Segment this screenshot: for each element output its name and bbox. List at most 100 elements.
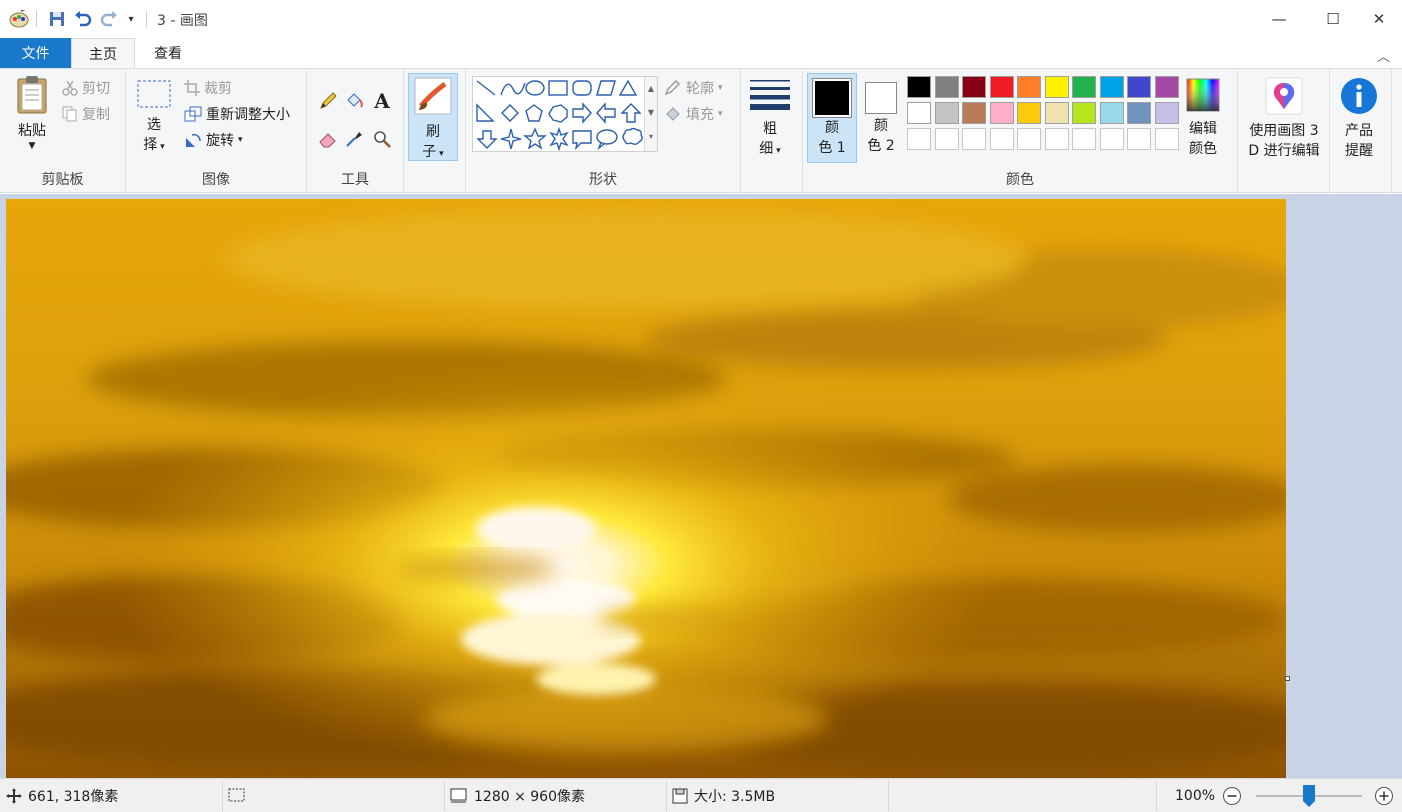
fill-bucket-icon[interactable]: [341, 89, 367, 113]
custom-color-slot[interactable]: [934, 128, 959, 150]
copy-button[interactable]: 复制: [62, 103, 110, 125]
divider: [222, 781, 223, 811]
palette-swatch[interactable]: [1044, 76, 1069, 98]
palette-swatch[interactable]: [1072, 76, 1096, 98]
close-button[interactable]: ✕: [1356, 0, 1402, 38]
paint-app-icon[interactable]: [8, 9, 30, 29]
palette-swatch[interactable]: [1017, 102, 1041, 124]
palette-swatch[interactable]: [1099, 102, 1124, 124]
palette-swatch[interactable]: [934, 102, 959, 124]
paste-button[interactable]: 粘贴 ▼: [8, 75, 56, 151]
palette-swatch[interactable]: [989, 76, 1014, 98]
brushes-label-line2: 子 ▾: [422, 144, 444, 160]
palette-swatch[interactable]: [962, 102, 986, 124]
palette-swatch[interactable]: [1044, 102, 1069, 124]
size-button[interactable]: 粗 细 ▾: [747, 79, 793, 161]
brushes-label-line1: 刷: [426, 124, 440, 140]
undo-icon[interactable]: [72, 9, 94, 29]
tab-file[interactable]: 文件: [0, 38, 71, 68]
custom-color-slot[interactable]: [962, 128, 986, 150]
custom-color-slot[interactable]: [1044, 128, 1069, 150]
rotate-button[interactable]: 旋转 ▾: [184, 129, 243, 151]
palette-swatch[interactable]: [1154, 102, 1179, 124]
color1-button[interactable]: 颜 色 1: [807, 73, 857, 163]
minus-circle-icon: [1222, 786, 1242, 806]
palette-swatch[interactable]: [1099, 76, 1124, 98]
custom-color-slot[interactable]: [907, 128, 931, 150]
zoom-level: 100%: [1175, 788, 1216, 804]
selection-size-icon: [228, 788, 246, 804]
custom-color-slot[interactable]: [1099, 128, 1124, 150]
palette-swatch[interactable]: [1127, 102, 1151, 124]
tab-home[interactable]: 主页: [71, 38, 135, 68]
crop-label: 裁剪: [204, 81, 232, 97]
paint3d-group: 使用画图 3 D 进行编辑: [1238, 69, 1330, 193]
drawing-canvas[interactable]: [6, 199, 1286, 778]
work-area[interactable]: [0, 194, 1402, 778]
size-group: 粗 细 ▾: [741, 69, 803, 193]
palette-swatch[interactable]: [1072, 102, 1096, 124]
brushes-button[interactable]: 刷 子 ▾: [408, 73, 458, 161]
tab-view[interactable]: 查看: [140, 38, 196, 68]
shapes-gallery-scrollbar[interactable]: ▲ ▼ ▾: [644, 77, 657, 151]
colors-group-label: 颜色: [1006, 172, 1034, 188]
minimize-button[interactable]: —: [1256, 0, 1302, 38]
palette-swatch[interactable]: [934, 76, 959, 98]
scissors-icon: [62, 80, 78, 96]
resize-label: 重新调整大小: [206, 107, 290, 123]
dropdown-arrow-icon: ▾: [238, 135, 243, 145]
eraser-icon[interactable]: [315, 127, 341, 151]
palette-swatch[interactable]: [1017, 76, 1041, 98]
color-spectrum-icon: [1185, 77, 1221, 113]
palette-swatch[interactable]: [1127, 76, 1151, 98]
product-alert-label-line2: 提醒: [1345, 143, 1373, 159]
crop-button[interactable]: 裁剪: [184, 77, 232, 99]
size-label-line2: 细 ▾: [759, 141, 781, 157]
divider: [666, 781, 667, 811]
colors-group: 颜 色 1 颜 色 2 编辑 颜色 颜色: [803, 69, 1238, 193]
palette-swatch[interactable]: [962, 76, 986, 98]
fill-button[interactable]: 填充 ▾: [664, 103, 723, 125]
product-alert-button[interactable]: 产品 提醒: [1336, 77, 1382, 161]
cut-button[interactable]: 剪切: [62, 77, 110, 99]
collapse-ribbon-icon[interactable]: ︿: [1377, 46, 1390, 65]
info-icon: [1340, 77, 1378, 115]
pencil-icon[interactable]: [315, 89, 341, 113]
edit-with-paint3d-button[interactable]: 使用画图 3 D 进行编辑: [1240, 77, 1328, 161]
custom-color-slot[interactable]: [1127, 128, 1151, 150]
edit-colors-label-line1: 编辑: [1189, 121, 1217, 137]
edit-colors-button[interactable]: 编辑 颜色: [1181, 77, 1225, 159]
zoom-out-button[interactable]: [1222, 779, 1242, 812]
palette-swatch[interactable]: [907, 76, 931, 98]
palette-swatch[interactable]: [1154, 76, 1179, 98]
select-button[interactable]: 选 择 ▾: [134, 79, 174, 157]
custom-color-slot[interactable]: [1154, 128, 1179, 150]
zoom-slider-thumb[interactable]: [1303, 785, 1315, 807]
custom-color-slot[interactable]: [1072, 128, 1096, 150]
color2-button[interactable]: 颜 色 2: [859, 77, 903, 156]
paint3d-icon: [1265, 77, 1303, 115]
image-group-label: 图像: [202, 172, 230, 188]
maximize-button[interactable]: ☐: [1310, 0, 1356, 38]
magnifier-icon[interactable]: [369, 127, 395, 151]
image-dimensions: 1280 × 960像素: [450, 779, 585, 812]
color-picker-icon[interactable]: [341, 127, 367, 151]
text-tool-icon[interactable]: A: [369, 89, 395, 113]
custom-color-slot[interactable]: [989, 128, 1014, 150]
customize-quick-access-icon[interactable]: ▾: [124, 9, 138, 29]
resize-handle-right[interactable]: [1285, 676, 1290, 681]
palette-swatch[interactable]: [907, 102, 931, 124]
product-alert-label-line1: 产品: [1345, 123, 1373, 139]
save-icon[interactable]: [46, 9, 68, 29]
zoom-in-button[interactable]: [1374, 779, 1394, 812]
dropdown-arrow-icon: ▼: [28, 141, 36, 151]
rotate-label: 旋转: [206, 133, 234, 149]
clipboard-group: 粘贴 ▼ 剪切 复制 剪贴板: [0, 69, 126, 193]
resize-button[interactable]: 重新调整大小: [184, 103, 290, 125]
outline-button[interactable]: 轮廓 ▾: [664, 77, 723, 99]
palette-swatch[interactable]: [989, 102, 1014, 124]
custom-color-slot[interactable]: [1017, 128, 1041, 150]
fill-bucket-icon: [664, 106, 682, 122]
redo-icon[interactable]: [98, 9, 120, 29]
color1-preview: [812, 78, 852, 118]
